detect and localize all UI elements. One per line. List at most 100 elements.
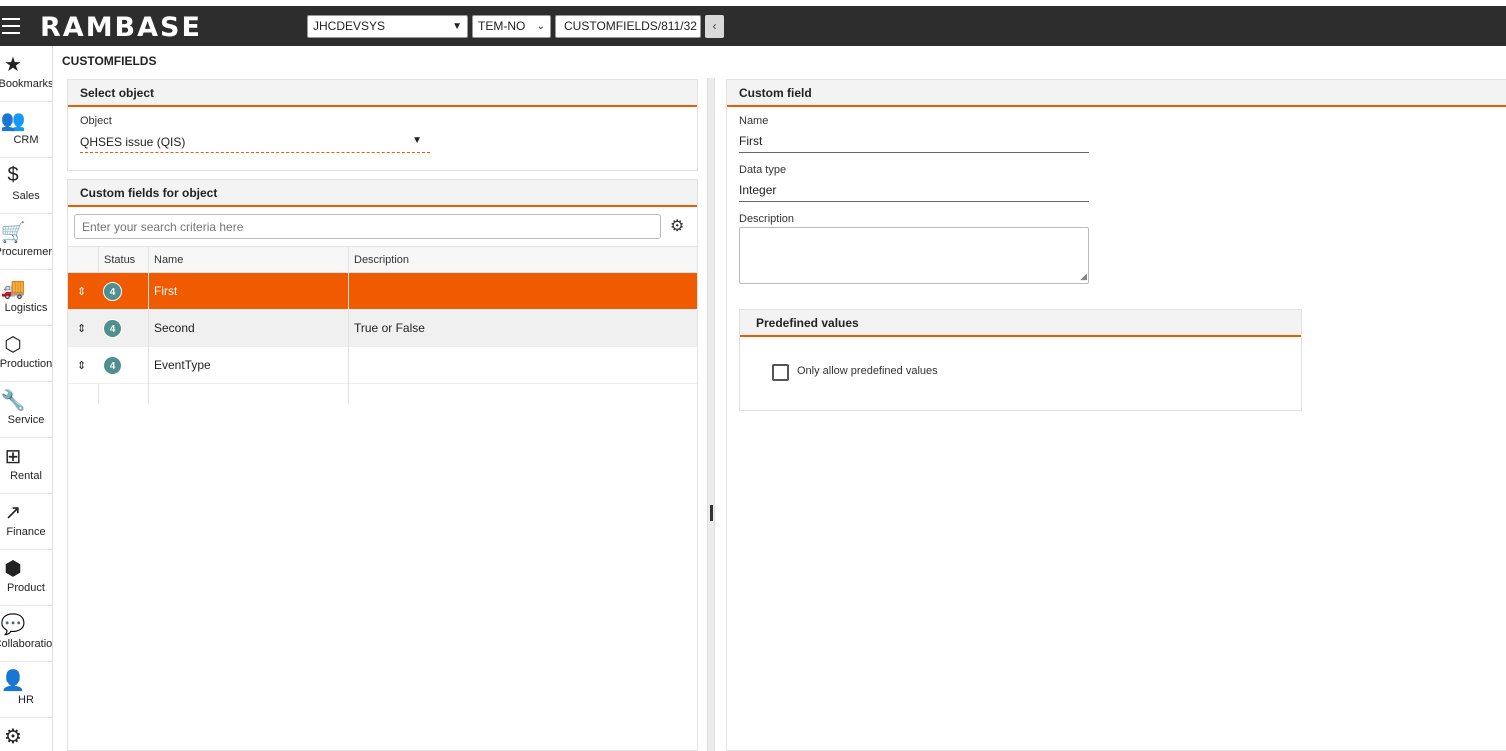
status-badge: 4 xyxy=(103,356,122,375)
table-row[interactable]: ⇕ 4 First xyxy=(68,273,697,310)
wrench-icon: 🔧 xyxy=(0,390,26,412)
drag-handle-icon[interactable]: ⇕ xyxy=(77,285,86,298)
company-select[interactable]: TEM-NO ⌄ xyxy=(472,15,551,38)
search-input[interactable] xyxy=(74,214,661,239)
sidebar-item-label: Procurement xyxy=(0,246,52,258)
column-divider xyxy=(348,384,349,404)
sidebar-item-label: Production xyxy=(0,358,53,370)
path-field[interactable]: CUSTOMFIELDS/811/32 xyxy=(555,15,701,38)
top-bar: RAMBASE JHCDEVSYS ▼ TEM-NO ⌄ CUSTOMFIELD… xyxy=(0,6,1506,46)
row-name: EventType xyxy=(148,347,348,384)
gear-icon: ⚙ xyxy=(4,726,22,748)
predefined-values-header: Predefined values xyxy=(740,310,1301,337)
sidebar-item-label: Product xyxy=(7,582,45,594)
description-label: Description xyxy=(739,213,795,225)
table-header: Status Name Description xyxy=(68,246,697,273)
sidebar-item-label: CRM xyxy=(13,134,39,146)
row-description xyxy=(348,347,697,384)
row-name: Second xyxy=(148,310,348,347)
truck-icon: 🚚 xyxy=(0,278,26,300)
money-bag-icon: $ xyxy=(7,164,19,186)
custom-field-panel: Custom field Name First Data type Intege… xyxy=(726,79,1506,751)
object-select[interactable]: QHSES issue (QIS) ▼ xyxy=(80,133,430,153)
boxes-icon: ⬡ xyxy=(4,334,22,356)
row-description: True or False xyxy=(348,310,697,347)
sidebar-item-service[interactable]: 🔧 Service xyxy=(0,382,52,438)
rambase-logo[interactable]: RAMBASE xyxy=(40,12,202,43)
row-description xyxy=(348,273,697,310)
person-icon: 👤 xyxy=(0,670,26,692)
chat-icon: 💬 xyxy=(0,614,26,636)
column-divider xyxy=(98,384,99,404)
name-field[interactable]: First xyxy=(739,134,762,148)
sidebar-item-label: Service xyxy=(7,414,45,426)
sidebar-item-sales[interactable]: $ Sales xyxy=(0,158,52,214)
sidebar-item-label: Sales xyxy=(12,190,40,202)
table-row[interactable]: ⇕ 4 Second True or False xyxy=(68,310,697,347)
sidebar-item-logistics[interactable]: 🚚 Logistics xyxy=(0,270,52,326)
sidebar-item-label: Logistics xyxy=(4,302,48,314)
sidebar-item-label: HR xyxy=(18,694,34,706)
object-label: Object xyxy=(80,115,112,127)
system-select-value: JHCDEVSYS xyxy=(313,19,386,33)
status-badge: 4 xyxy=(103,319,122,338)
select-object-panel: Select object Object QHSES issue (QIS) ▼ xyxy=(67,79,698,171)
collapse-button[interactable]: ‹ xyxy=(705,15,724,38)
sidebar-item-label: Bookmarks xyxy=(0,78,53,90)
row-name: First xyxy=(148,273,348,310)
table-row[interactable]: ⇕ 4 EventType xyxy=(68,347,697,384)
people-icon: 👥 xyxy=(0,110,26,132)
menu-icon[interactable] xyxy=(2,18,20,34)
sidebar-item-finance[interactable]: ↗ Finance xyxy=(0,494,52,550)
datatype-field[interactable]: Integer xyxy=(739,183,776,197)
sidebar-item-hr[interactable]: 👤 HR xyxy=(0,662,52,718)
object-select-value: QHSES issue (QIS) xyxy=(80,135,186,149)
gear-icon[interactable]: ⚙ xyxy=(670,216,684,236)
system-select[interactable]: JHCDEVSYS ▼ xyxy=(307,15,468,38)
sidebar-item-production[interactable]: ⬡ Production xyxy=(0,326,52,382)
custom-field-header: Custom field xyxy=(727,80,1506,107)
name-field-underline xyxy=(739,152,1089,153)
sidebar-item-label: Collaboration xyxy=(0,638,53,650)
sidebar-item-rental[interactable]: ⊞ Rental xyxy=(0,438,52,494)
drag-grip-icon[interactable] xyxy=(710,505,713,521)
datatype-label: Data type xyxy=(739,164,787,176)
drag-handle-icon[interactable]: ⇕ xyxy=(77,359,86,372)
star-icon: ★ xyxy=(4,54,22,76)
sidebar-item-collaboration[interactable]: 💬 Collaboration xyxy=(0,606,52,662)
custom-fields-panel: Custom fields for object ⚙ Status Name D… xyxy=(67,179,698,751)
split-pane-divider[interactable] xyxy=(707,78,715,751)
rental-icon: ⊞ xyxy=(4,446,22,468)
cart-icon: 🛒 xyxy=(0,222,26,244)
only-predefined-label[interactable]: Only allow predefined values xyxy=(797,365,938,377)
page-title: CUSTOMFIELDS xyxy=(62,54,157,68)
drag-handle-icon[interactable]: ⇕ xyxy=(77,322,86,335)
sidebar-item-label: Finance xyxy=(6,526,46,538)
column-header-description[interactable]: Description xyxy=(348,247,697,273)
column-header-name[interactable]: Name xyxy=(148,247,348,273)
sidebar-item-label: Rental xyxy=(10,470,42,482)
select-object-header: Select object xyxy=(68,80,697,107)
sidebar-item-procurement[interactable]: 🛒 Procurement xyxy=(0,214,52,270)
sidebar-item-crm[interactable]: 👥 CRM xyxy=(0,102,52,158)
name-label: Name xyxy=(739,115,769,127)
chart-line-icon: ↗ xyxy=(4,502,22,524)
sidebar-item-bookmarks[interactable]: ★ Bookmarks xyxy=(0,46,52,102)
predefined-values-panel: Predefined values Only allow predefined … xyxy=(739,309,1302,411)
column-divider xyxy=(148,384,149,404)
resize-handle-icon[interactable]: ◢ xyxy=(1080,271,1087,282)
status-badge: 4 xyxy=(103,282,122,301)
only-predefined-checkbox[interactable] xyxy=(772,364,789,381)
cube-icon: ⬢ xyxy=(4,558,22,580)
description-textarea[interactable]: ◢ xyxy=(739,227,1089,284)
sidebar-item-product[interactable]: ⬢ Product xyxy=(0,550,52,606)
chevron-down-icon: ▼ xyxy=(412,135,422,146)
company-select-value: TEM-NO xyxy=(478,19,526,33)
custom-fields-header: Custom fields for object xyxy=(68,180,697,207)
datatype-field-underline xyxy=(739,201,1089,202)
column-header-status[interactable]: Status xyxy=(98,247,148,273)
sidebar-item-settings[interactable]: ⚙ xyxy=(0,718,52,751)
sidebar: ★ Bookmarks 👥 CRM $ Sales 🛒 Procurement 🚚 Logisti… xyxy=(0,46,53,751)
chevron-down-icon: ▼ xyxy=(452,21,462,32)
chevron-down-icon: ⌄ xyxy=(536,21,545,32)
